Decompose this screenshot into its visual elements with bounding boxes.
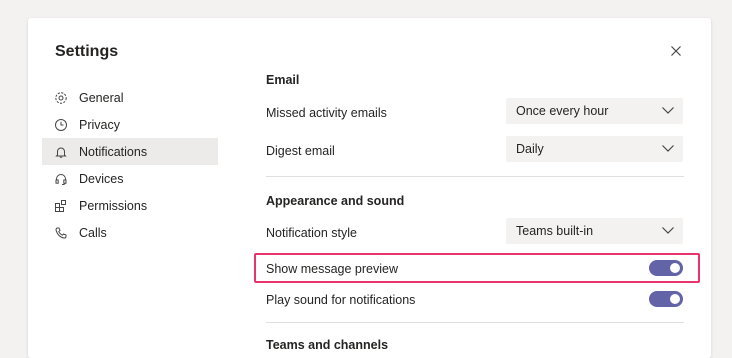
section-title-teams-channels: Teams and channels xyxy=(266,338,389,352)
chevron-down-icon xyxy=(661,104,675,118)
nav-item-label: General xyxy=(79,90,124,105)
notification-style-select[interactable]: Teams built-in xyxy=(506,218,683,244)
nav-item-general[interactable]: General xyxy=(42,84,218,111)
section-title-email: Email xyxy=(266,73,300,87)
nav-item-devices[interactable]: Devices xyxy=(42,165,218,192)
nav-item-label: Permissions xyxy=(79,198,148,213)
chevron-down-icon xyxy=(661,224,675,238)
play-sound-toggle[interactable] xyxy=(649,291,683,307)
settings-nav: General Privacy Notifications Devices Pe… xyxy=(42,84,218,246)
nav-item-label: Notifications xyxy=(79,144,148,159)
chevron-down-icon xyxy=(661,142,675,156)
nav-item-privacy[interactable]: Privacy xyxy=(42,111,218,138)
play-sound-label: Play sound for notifications xyxy=(266,293,416,307)
section-title-appearance: Appearance and sound xyxy=(266,194,405,208)
digest-email-select[interactable]: Daily xyxy=(506,136,683,162)
notification-style-label: Notification style xyxy=(266,226,358,240)
close-icon[interactable] xyxy=(668,43,684,59)
nav-item-label: Privacy xyxy=(79,117,120,132)
nav-item-permissions[interactable]: Permissions xyxy=(42,192,218,219)
digest-email-label: Digest email xyxy=(266,144,335,158)
gear-icon xyxy=(54,91,68,105)
highlight-box xyxy=(254,253,700,283)
nav-item-label: Calls xyxy=(79,225,107,240)
toggle-knob xyxy=(670,294,680,304)
nav-item-notifications[interactable]: Notifications xyxy=(42,138,218,165)
section-divider xyxy=(266,322,684,323)
nav-item-calls[interactable]: Calls xyxy=(42,219,218,246)
bell-icon xyxy=(54,145,68,159)
headset-icon xyxy=(54,172,68,186)
missed-activity-select[interactable]: Once every hour xyxy=(506,98,683,124)
settings-dialog: Settings General Privacy Notifications D… xyxy=(28,18,711,358)
missed-activity-label: Missed activity emails xyxy=(266,106,387,120)
phone-icon xyxy=(54,226,68,240)
apps-icon xyxy=(54,199,68,213)
select-value: Daily xyxy=(516,142,544,156)
section-divider xyxy=(266,176,684,177)
clock-icon xyxy=(54,118,68,132)
select-value: Teams built-in xyxy=(516,224,594,238)
nav-item-label: Devices xyxy=(79,171,124,186)
dialog-title: Settings xyxy=(55,43,119,60)
select-value: Once every hour xyxy=(516,104,609,118)
